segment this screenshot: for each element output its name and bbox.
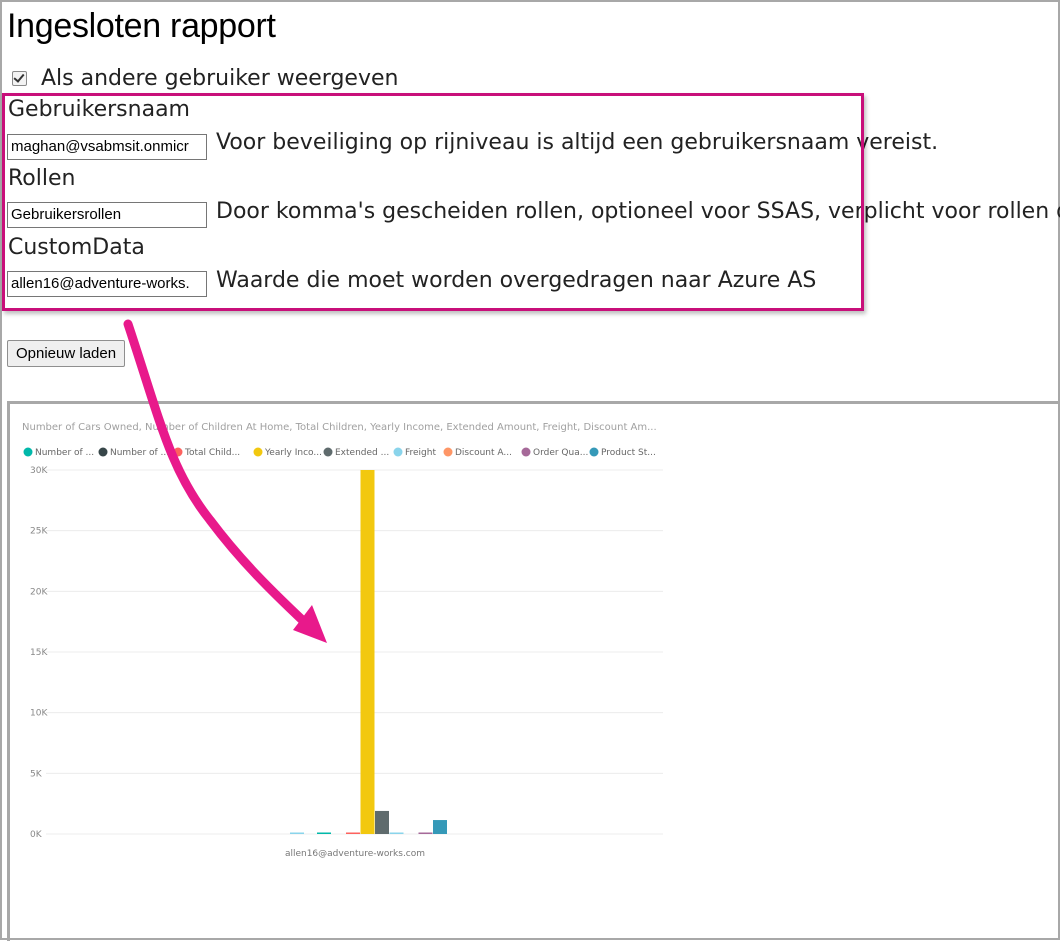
legend-label: Freight: [405, 448, 436, 458]
custom-data-input[interactable]: allen16@adventure-works.: [7, 271, 207, 297]
bar-chart[interactable]: Number of Cars Owned, Number of Children…: [10, 404, 1060, 941]
legend-label: Number of ...: [110, 448, 169, 458]
reload-button[interactable]: Opnieuw laden: [7, 340, 126, 367]
y-tick-label: 5K: [30, 769, 43, 779]
legend-label: Number of ...: [35, 448, 94, 458]
bar: [433, 820, 447, 834]
embedded-report[interactable]: Number of Cars Owned, Number of Children…: [7, 401, 1060, 941]
bar: [360, 470, 375, 834]
view-as-label: Als andere gebruiker weergeven: [41, 65, 399, 91]
legend-label: Extended ...: [335, 448, 389, 458]
y-tick-label: 30K: [30, 466, 48, 476]
legend-marker: [253, 447, 263, 457]
bar: [389, 832, 404, 834]
view-as-row[interactable]: Als andere gebruiker weergeven: [12, 64, 398, 92]
view-as-checkbox[interactable]: [12, 70, 27, 86]
legend-marker: [173, 447, 183, 457]
chart-title: Number of Cars Owned, Number of Children…: [22, 422, 657, 433]
custom-data-label: CustomData: [8, 235, 145, 260]
legend-label: Order Qua...: [533, 448, 588, 458]
y-tick-label: 15K: [30, 648, 48, 658]
username-hint: Voor beveiliging op rijniveau is altijd …: [216, 130, 939, 155]
roles-hint: Door komma's gescheiden rollen, optionee…: [216, 199, 1060, 224]
legend-marker: [521, 447, 531, 457]
bar: [317, 832, 331, 834]
bar: [418, 832, 433, 834]
roles-label: Rollen: [8, 166, 76, 191]
y-tick-label: 25K: [30, 527, 48, 537]
legend-marker: [393, 447, 403, 457]
legend-label: Yearly Inco...: [264, 448, 322, 458]
page-title: Ingesloten rapport: [7, 7, 276, 45]
legend-marker: [23, 447, 33, 457]
legend-label: Total Child...: [184, 448, 240, 458]
y-tick-label: 0K: [30, 830, 43, 840]
bar: [375, 810, 389, 834]
roles-input[interactable]: Gebruikersrollen: [7, 202, 207, 228]
y-tick-label: 20K: [30, 587, 48, 597]
y-tick-label: 10K: [30, 709, 48, 719]
legend-label: Discount A...: [455, 448, 512, 458]
legend-marker: [323, 447, 333, 457]
bar: [290, 832, 304, 834]
custom-data-hint: Waarde die moet worden overgedragen naar…: [216, 268, 817, 293]
legend-marker: [589, 447, 599, 457]
x-category-label: allen16@adventure-works.com: [285, 849, 425, 859]
username-label: Gebruikersnaam: [8, 97, 190, 122]
legend-marker: [98, 447, 108, 457]
legend-label: Product St...: [601, 448, 656, 458]
legend-marker: [443, 447, 453, 457]
username-input[interactable]: maghan@vsabmsit.onmicr: [7, 134, 207, 160]
bar: [346, 832, 360, 834]
